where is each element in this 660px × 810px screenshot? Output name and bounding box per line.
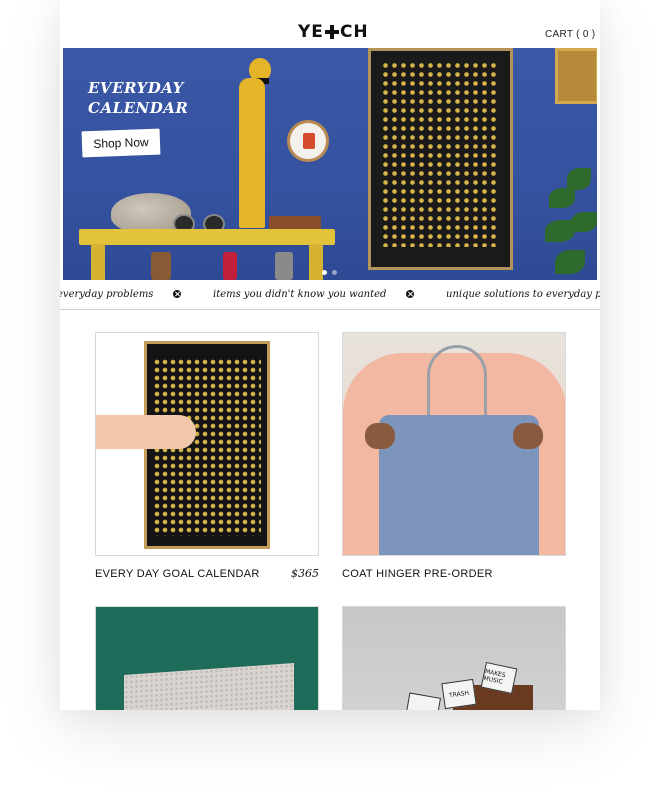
ticker-item: unique solutions to everyday problems xyxy=(446,289,600,300)
page: YE CH CART ( 0 ) EVERYDAY CALENDAR Shop … xyxy=(60,0,600,710)
product-name[interactable]: COAT HINGER PRE-ORDER xyxy=(342,568,493,580)
wall-frame-image xyxy=(555,48,597,104)
hanging-bag xyxy=(275,252,293,280)
product-image[interactable] xyxy=(95,332,319,556)
close-icon xyxy=(406,290,414,298)
slide-dot-active[interactable] xyxy=(322,270,327,275)
hanging-bag xyxy=(223,252,237,280)
ticker-item: items you didn't know you wanted xyxy=(213,289,387,300)
yellow-shelf xyxy=(79,229,335,245)
product-image[interactable] xyxy=(342,332,566,556)
hand-right xyxy=(513,423,543,449)
hand-pointing xyxy=(96,415,196,449)
product-card[interactable]: MAKES MUSIC TRASH xyxy=(342,606,566,710)
site-logo[interactable]: YE CH xyxy=(298,22,369,42)
slide-dot[interactable] xyxy=(332,270,337,275)
site-header: YE CH CART ( 0 ) xyxy=(60,0,600,48)
shelf-leg xyxy=(309,244,323,280)
product-price: $365 xyxy=(291,567,319,580)
product-image[interactable] xyxy=(95,606,319,710)
hero-title-line: EVERYDAY xyxy=(88,79,184,97)
plant-object xyxy=(543,168,597,280)
product-image[interactable]: MAKES MUSIC TRASH xyxy=(342,606,566,710)
hand-left xyxy=(365,423,395,449)
shelf-leg xyxy=(91,244,105,280)
product-card[interactable]: EVERY DAY GOAL CALENDAR $365 xyxy=(95,332,319,592)
product-card[interactable]: COAT HINGER PRE-ORDER xyxy=(342,332,566,592)
logo-text-right: CH xyxy=(339,22,369,42)
product-name[interactable]: EVERY DAY GOAL CALENDAR xyxy=(95,568,260,580)
shop-now-button[interactable]: Shop Now xyxy=(81,128,161,158)
product-card[interactable] xyxy=(95,606,319,710)
close-icon xyxy=(173,290,181,298)
hero-title: EVERYDAY CALENDAR xyxy=(88,78,208,118)
ticker-item: everyday problems xyxy=(60,289,154,300)
plus-icon xyxy=(324,25,339,39)
figure-body xyxy=(239,78,265,228)
coat-hanger xyxy=(427,345,487,417)
marquee-ticker: everyday problems items you didn't know … xyxy=(60,282,600,310)
cube-trash: TRASH xyxy=(441,678,477,710)
hero-title-line: CALENDAR xyxy=(88,99,189,117)
cart-link[interactable]: CART ( 0 ) xyxy=(545,29,595,40)
hero-banner[interactable]: EVERYDAY CALENDAR Shop Now xyxy=(63,48,597,280)
hanging-bag xyxy=(151,252,171,280)
hero-calendar-image xyxy=(368,48,513,270)
embroidery-hoop-image xyxy=(287,120,329,162)
logo-text-left: YE xyxy=(298,22,324,42)
